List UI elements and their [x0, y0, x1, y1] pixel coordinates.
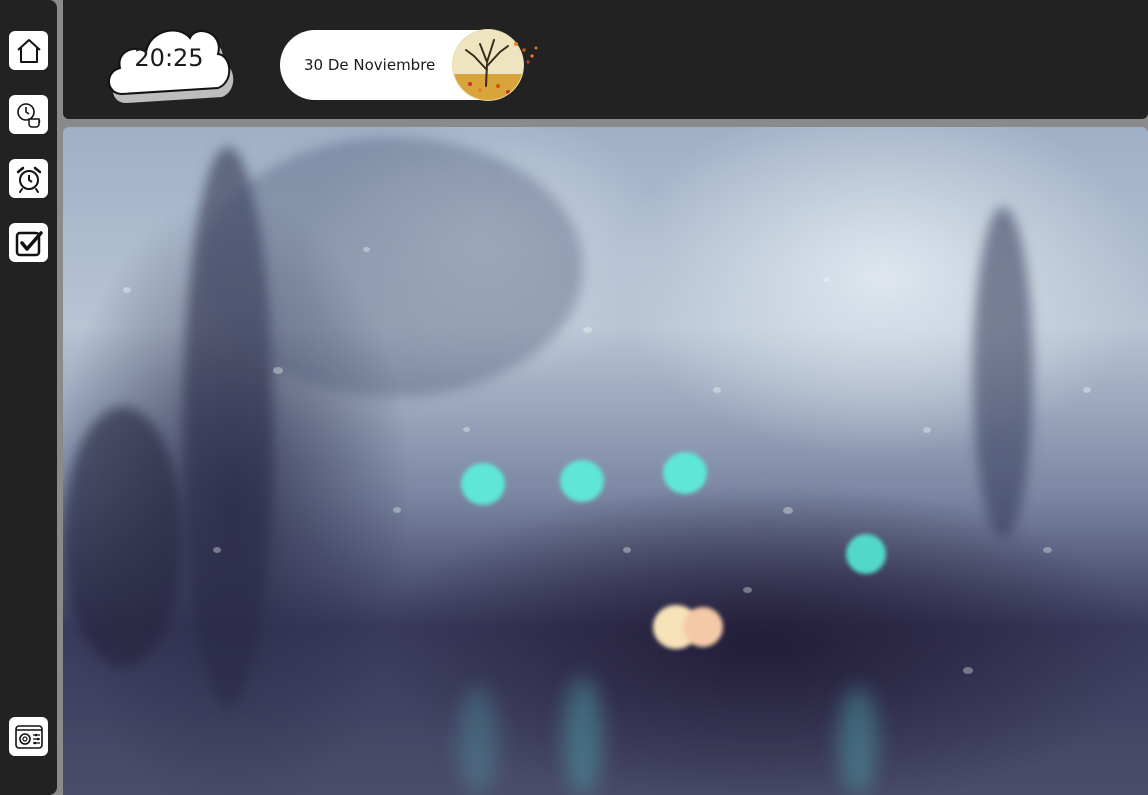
- raindrop: [1083, 387, 1091, 393]
- raindrop: [743, 587, 752, 593]
- bokeh-light: [663, 452, 707, 494]
- raindrop: [963, 667, 973, 674]
- raindrop: [583, 327, 592, 333]
- bokeh-light: [461, 463, 505, 505]
- tasks-button[interactable]: [9, 223, 48, 262]
- checkbox-icon: [15, 230, 43, 256]
- raindrop: [463, 427, 470, 432]
- raindrop: [823, 277, 830, 282]
- bokeh-light: [560, 460, 604, 502]
- clock-time: 20:25: [134, 44, 204, 72]
- home-icon: [16, 38, 41, 63]
- bokeh-light: [683, 607, 723, 647]
- schedule-button[interactable]: [9, 95, 48, 134]
- tree-canopy-shape: [203, 137, 583, 397]
- raindrop: [363, 247, 370, 252]
- home-button[interactable]: [9, 31, 48, 70]
- building-shape: [63, 407, 183, 667]
- raindrop: [123, 287, 131, 293]
- autumn-tree-icon: [452, 29, 538, 101]
- bokeh-light: [846, 534, 886, 574]
- alarm-button[interactable]: [9, 159, 48, 198]
- lamp-post-shape: [973, 207, 1033, 537]
- light-reflection: [838, 687, 878, 795]
- settings-panel-icon: [14, 724, 43, 749]
- raindrop: [213, 547, 221, 553]
- raindrop: [783, 507, 793, 514]
- date-label: 30 De Noviembre: [304, 56, 436, 74]
- settings-button[interactable]: [9, 717, 48, 756]
- raindrop: [1043, 547, 1052, 553]
- light-reflection: [458, 687, 498, 795]
- light-reflection: [563, 677, 603, 795]
- background-image: [63, 127, 1148, 795]
- raindrop: [923, 427, 931, 433]
- raindrop: [623, 547, 631, 553]
- raindrop: [713, 387, 721, 393]
- sidebar: [0, 0, 57, 795]
- raindrop: [273, 367, 283, 374]
- clock-coffee-icon: [16, 102, 40, 128]
- raindrop: [393, 507, 401, 513]
- alarm-clock-icon: [16, 166, 41, 193]
